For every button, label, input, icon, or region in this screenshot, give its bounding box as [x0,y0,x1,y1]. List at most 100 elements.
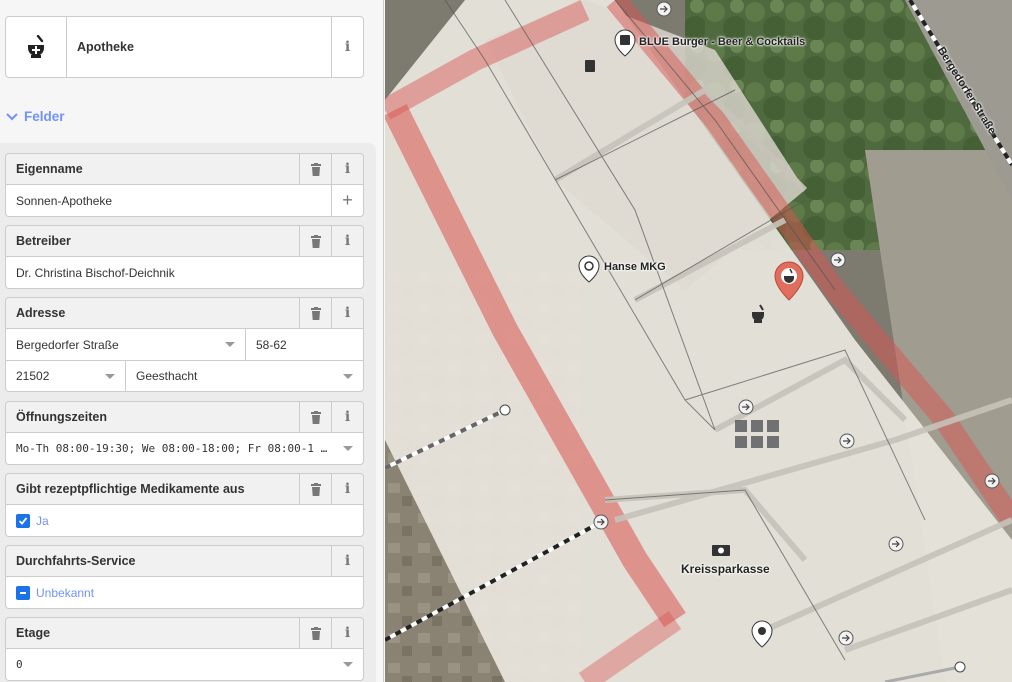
info-operator-button[interactable]: i [331,226,363,256]
field-dispensing-label: Gibt rezeptpflichtige Medikamente aus [16,482,245,496]
city-combo[interactable]: Geesthacht [125,361,363,391]
info-icon: i [344,161,351,177]
drive-through-checkbox[interactable] [16,585,30,600]
street-combo[interactable]: Bergedorfer Straße [6,329,245,360]
field-body: Sonnen-Apotheke + [5,185,364,217]
dispensing-checkbox[interactable] [16,513,30,528]
mortar-pestle-icon [28,35,44,58]
field-body: Bergedorfer Straße 58-62 21502 Geesthach… [5,329,364,392]
label-hanse-mkg[interactable]: Hanse MKG [604,261,666,273]
info-dispensing-button[interactable]: i [331,474,363,504]
delete-level-button[interactable] [299,618,331,648]
field-label-row: Eigenname i [5,153,364,185]
field-label-row: Betreiber i [5,225,364,257]
field-body: Dr. Christina Bischof-Deichnik [5,257,364,289]
inspector-sidebar: Apotheke i Felder Eigenname i Sonnen-Apo… [0,0,384,682]
field-label-row: Adresse i [5,297,364,329]
dropdown-caret-icon [343,446,353,451]
field-body: Mo-Th 08:00-19:30; We 08:00-18:00; Fr 08… [5,433,364,465]
delete-opening-hours-button[interactable] [299,402,331,432]
field-drive-through: Durchfahrts-Service i Unbekannt [5,545,364,609]
housenumber-input[interactable]: 58-62 [245,329,363,360]
dispensing-checkbox-row[interactable]: Ja [6,505,363,536]
info-drive-through-button[interactable]: i [331,546,363,576]
dropdown-caret-icon [343,374,353,379]
field-name: Eigenname i Sonnen-Apotheke + [5,153,364,217]
trash-icon [310,306,321,320]
info-address-button[interactable]: i [331,298,363,328]
level-value: 0 [16,658,23,671]
dropdown-caret-icon [225,342,235,347]
field-address: Adresse i Bergedorfer Straße 58-62 21502 [5,297,364,392]
field-operator: Betreiber i Dr. Christina Bischof-Deichn… [5,225,364,289]
map-canvas[interactable]: BLUE Burger - Beer & Cocktails Hanse MKG… [385,0,1012,682]
label-blue-burger[interactable]: BLUE Burger - Beer & Cocktails [639,36,805,48]
level-combo[interactable]: 0 [6,649,363,680]
drive-through-value: Unbekannt [36,585,95,600]
opening-hours-value: Mo-Th 08:00-19:30; We 08:00-18:00; Fr 08… [16,442,328,455]
info-icon: i [344,39,351,55]
info-opening-hours-button[interactable]: i [331,402,363,432]
dropdown-caret-icon [105,374,115,379]
field-opening-hours-label: Öffnungszeiten [16,410,107,424]
city-value: Geesthacht [136,369,198,383]
preset-name: Apotheke [77,40,134,54]
field-label-row: Etage i [5,617,364,649]
path-node[interactable] [954,661,966,673]
delete-address-button[interactable] [299,298,331,328]
fields-section-label: Felder [24,109,65,124]
field-body: 0 [5,649,364,681]
field-label-row: Öffnungszeiten i [5,401,364,433]
info-name-button[interactable]: i [331,154,363,184]
info-icon: i [344,553,351,569]
trash-icon [310,482,321,496]
field-label-row: Durchfahrts-Service i [5,545,364,577]
preset-card[interactable]: Apotheke i [5,16,364,78]
map-layer [385,0,1012,682]
info-icon: i [344,625,351,641]
postcode-combo[interactable]: 21502 [6,361,125,391]
info-icon: i [344,409,351,425]
trash-icon [310,626,321,640]
preset-icon-box [6,17,67,77]
dropdown-caret-icon [343,662,353,667]
bank-icon [712,545,730,556]
label-kreissparkasse[interactable]: Kreissparkasse [681,562,770,576]
dispensing-value: Ja [36,513,49,528]
field-level: Etage i 0 [5,617,364,681]
path-node[interactable] [499,404,511,416]
field-opening-hours: Öffnungszeiten i Mo-Th 08:00-19:30; We 0… [5,401,364,465]
street-value: Bergedorfer Straße [16,337,119,352]
field-level-label: Etage [16,626,51,640]
name-input[interactable]: Sonnen-Apotheke [6,185,331,216]
field-body: Ja [5,505,364,537]
field-body: Unbekannt [5,577,364,609]
add-localized-name-button[interactable]: + [331,185,363,216]
operator-input[interactable]: Dr. Christina Bischof-Deichnik [6,257,363,288]
indeterminate-icon [20,591,26,594]
checkmark-icon [18,516,28,525]
info-icon: i [344,481,351,497]
delete-dispensing-button[interactable] [299,474,331,504]
field-drive-through-label: Durchfahrts-Service [16,554,136,568]
field-operator-label: Betreiber [16,234,71,248]
bar-vertex-icon[interactable] [585,60,595,72]
field-label-row: Gibt rezeptpflichtige Medikamente aus i [5,473,364,505]
info-icon: i [344,305,351,321]
opening-hours-combo[interactable]: Mo-Th 08:00-19:30; We 08:00-18:00; Fr 08… [6,433,363,464]
trash-icon [310,162,321,176]
plus-icon: + [342,190,353,210]
trash-icon [310,234,321,248]
field-address-label: Adresse [16,306,66,320]
field-name-label: Eigenname [16,162,83,176]
trash-icon [310,410,321,424]
fields-section-toggle[interactable]: Felder [6,109,65,124]
chevron-down-icon [6,112,18,120]
drive-through-checkbox-row[interactable]: Unbekannt [6,577,363,608]
delete-operator-button[interactable] [299,226,331,256]
field-dispensing: Gibt rezeptpflichtige Medikamente aus i … [5,473,364,537]
info-level-button[interactable]: i [331,618,363,648]
preset-info-button[interactable]: i [331,17,363,77]
delete-name-button[interactable] [299,154,331,184]
info-icon: i [344,233,351,249]
